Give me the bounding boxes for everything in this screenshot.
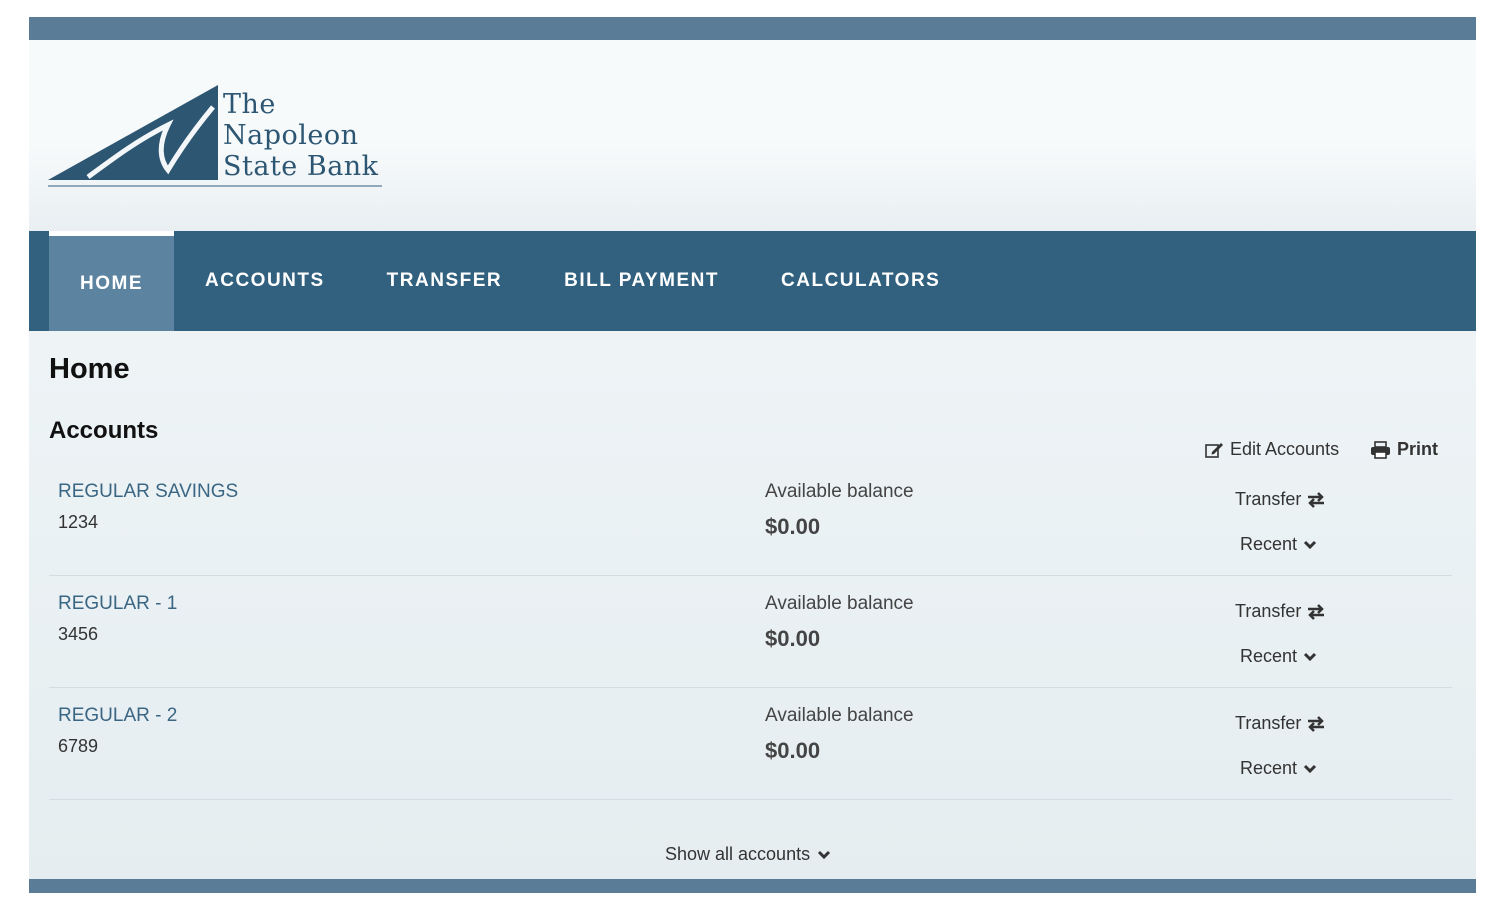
recent-label: Recent [1240, 534, 1298, 554]
recent-label: Recent [1240, 758, 1298, 778]
bank-logo[interactable]: The Napoleon State Bank [48, 85, 388, 195]
account-name-link[interactable]: REGULAR - 1 [58, 593, 177, 615]
site-header: The Napoleon State Bank [29, 40, 1476, 231]
account-row: REGULAR - 1 3456 Available balance $0.00… [49, 575, 1452, 688]
nav-accounts[interactable]: ACCOUNTS [174, 231, 356, 331]
transfer-button[interactable]: Transfer [1235, 601, 1325, 622]
printer-icon [1370, 440, 1391, 459]
chevron-down-icon [817, 850, 831, 860]
transfer-arrows-icon [1307, 603, 1325, 620]
edit-icon [1205, 441, 1224, 459]
edit-accounts-button[interactable]: Edit Accounts [1205, 439, 1339, 460]
balance-label: Available balance [765, 705, 914, 726]
balance-value: $0.00 [765, 738, 821, 763]
chevron-down-icon [1303, 540, 1317, 550]
transfer-button[interactable]: Transfer [1235, 489, 1325, 510]
account-row: REGULAR SAVINGS 1234 Available balance $… [49, 463, 1452, 576]
print-label: Print [1397, 439, 1439, 459]
recent-label: Recent [1240, 646, 1298, 666]
show-all-label: Show all accounts [665, 844, 811, 864]
page-frame: The Napoleon State Bank HOME ACCOUNTS TR… [29, 17, 1476, 893]
main-nav: HOME ACCOUNTS TRANSFER BILL PAYMENT CALC… [29, 231, 1476, 331]
nav-calculators[interactable]: CALCULATORS [750, 231, 971, 331]
balance-value: $0.00 [765, 626, 821, 651]
nav-bill-payment[interactable]: BILL PAYMENT [533, 231, 750, 331]
balance-label: Available balance [765, 593, 914, 614]
print-button[interactable]: Print [1370, 439, 1438, 460]
recent-dropdown[interactable]: Recent [1240, 758, 1317, 779]
logo-line-1: The [223, 89, 276, 120]
transfer-arrows-icon [1307, 715, 1325, 732]
transfer-arrows-icon [1307, 491, 1325, 508]
main-content: Home Accounts Edit Accounts Print REGULA… [29, 331, 1476, 879]
logo-text: The Napoleon State Bank [223, 89, 379, 182]
balance-value: $0.00 [765, 514, 821, 539]
account-row: REGULAR - 2 6789 Available balance $0.00… [49, 687, 1452, 800]
balance-label: Available balance [765, 481, 914, 502]
nav-home[interactable]: HOME [49, 231, 174, 331]
account-name-link[interactable]: REGULAR - 2 [58, 705, 177, 727]
account-name-link[interactable]: REGULAR SAVINGS [58, 481, 238, 503]
show-all-accounts-button[interactable]: Show all accounts [665, 844, 831, 865]
chevron-down-icon [1303, 764, 1317, 774]
transfer-label: Transfer [1235, 489, 1302, 509]
chevron-down-icon [1303, 652, 1317, 662]
recent-dropdown[interactable]: Recent [1240, 646, 1317, 667]
transfer-button[interactable]: Transfer [1235, 713, 1325, 734]
bottom-strip [29, 879, 1476, 893]
account-number: 6789 [58, 736, 99, 756]
page-title: Home [49, 353, 130, 385]
logo-line-2: Napoleon [223, 120, 359, 151]
accounts-section-title: Accounts [49, 417, 159, 444]
nav-transfer[interactable]: TRANSFER [356, 231, 533, 331]
recent-dropdown[interactable]: Recent [1240, 534, 1317, 555]
edit-accounts-label: Edit Accounts [1230, 439, 1340, 459]
top-strip [29, 17, 1476, 40]
transfer-label: Transfer [1235, 713, 1302, 733]
logo-line-3: State Bank [223, 151, 379, 182]
account-number: 3456 [58, 624, 99, 644]
transfer-label: Transfer [1235, 601, 1302, 621]
account-number: 1234 [58, 512, 99, 532]
